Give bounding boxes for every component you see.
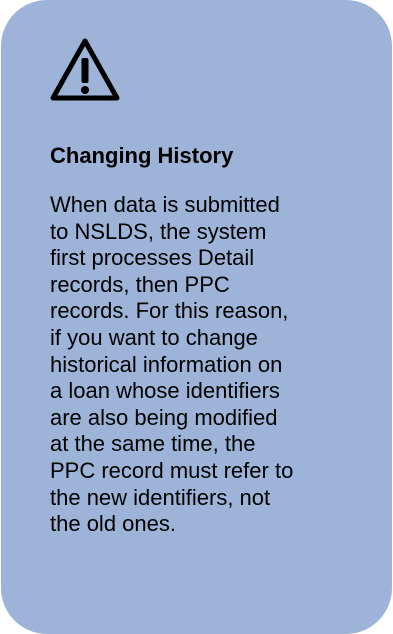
callout-body-line: are also being modified [50, 404, 278, 430]
callout-box: Changing History When data is submitted … [1, 0, 392, 634]
callout-body-line: if you want to change [50, 324, 258, 350]
callout-body-line: When data is submitted [50, 192, 280, 217]
callout-body-line: a loan whose identifiers [50, 378, 280, 404]
callout-body-line: to NSLDS, the system [50, 218, 267, 244]
callout-body-line: historical information on [50, 351, 283, 377]
callout-body-line: at the same time, the [50, 431, 256, 457]
callout-title: Changing History [50, 143, 234, 168]
warning-icon [50, 38, 120, 101]
callout-body-line: PPC record must refer to [50, 457, 294, 483]
callout-body-line: first processes Detail [50, 245, 255, 271]
callout-body: When data is submitted to NSLDS, the sys… [50, 192, 350, 538]
callout-body-line: records. For this reason, [50, 298, 289, 324]
callout-body-line: the old ones. [50, 511, 176, 537]
callout-body-line: records, then PPC [50, 271, 230, 297]
callout-body-line: the new identifiers, not [50, 484, 271, 510]
